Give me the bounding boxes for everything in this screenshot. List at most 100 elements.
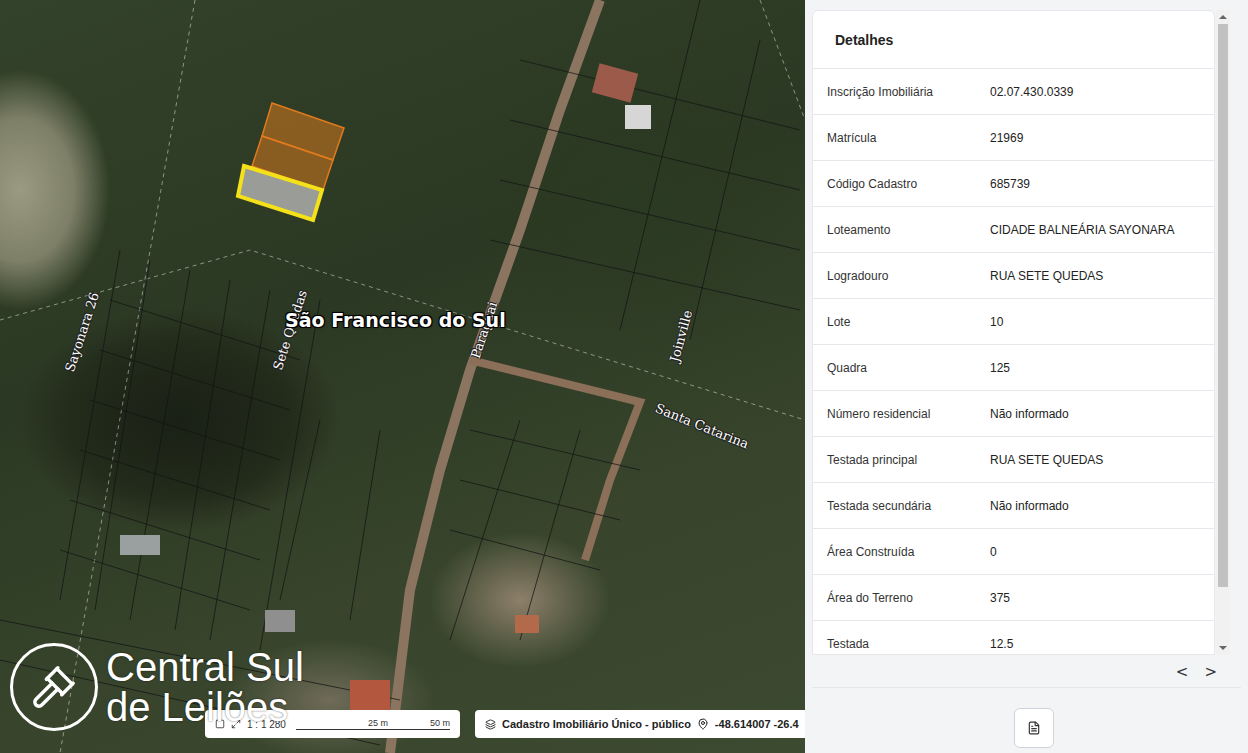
road [470,360,640,560]
detail-value: 0 [990,545,997,559]
parcel-line [90,400,280,460]
boundary-line [760,0,805,120]
building [515,615,539,633]
detail-row: Área do Terreno375 [813,575,1214,621]
parcel-line [100,350,290,410]
logo-text: Central Sulde Leilões [106,647,304,727]
prev-button[interactable]: < [1174,663,1191,681]
scale-tick: 50 m [430,718,450,728]
detail-value: 12.5 [990,637,1013,651]
action-row [805,688,1248,748]
detail-label: Código Cadastro [827,177,990,191]
detail-row: Testada secundáriaNão informado [813,483,1214,529]
detail-value: 10 [990,315,1003,329]
detail-label: Área Construída [827,545,990,559]
parcel-line [60,550,250,610]
detail-value: 375 [990,591,1010,605]
parcel-line [450,420,520,640]
parcel-line [350,430,380,620]
card-title: Detalhes [813,11,1214,69]
detail-value: 02.07.430.0339 [990,85,1073,99]
detail-value: Não informado [990,407,1069,421]
detail-value: 685739 [990,177,1030,191]
street-label: Sayonara 26 [62,290,102,373]
detail-label: Testada secundária [827,499,990,513]
layers-icon [485,719,496,730]
boundary-line [0,250,805,420]
parcel-line [110,300,300,360]
detail-row: Matrícula21969 [813,115,1214,161]
parcel-line [470,430,640,470]
scrollbar[interactable] [1216,10,1230,655]
boundary-line [60,0,195,753]
parcel-line [95,260,150,610]
parcel-line [520,60,800,130]
logo-ring [10,643,98,731]
detail-label: Testada [827,637,990,651]
detail-label: Área do Terreno [827,591,990,605]
parcel-line [210,290,270,640]
detail-label: Número residencial [827,407,990,421]
street-label: Santa Catarina [653,400,751,451]
parcel-line [280,420,320,600]
detail-value: CIDADE BALNEÁRIA SAYONARA [990,223,1175,237]
parcel-line [520,430,580,640]
parcel-line [620,0,700,330]
detail-row: Código Cadastro685739 [813,161,1214,207]
map[interactable]: Sayonara 26Sete QuedasParaguaiJoinvilleS… [0,0,805,753]
parcel-line [690,40,760,340]
building [625,105,651,129]
parcel-line [70,500,260,560]
detail-label: Matrícula [827,131,990,145]
gavel-icon [31,664,77,710]
parcel-line [450,530,600,570]
building [592,63,638,102]
map-canvas [0,0,805,753]
parcel-line [500,180,800,250]
detail-row: Lote10 [813,299,1214,345]
detail-label: Loteamento [827,223,990,237]
scroll-up-icon[interactable] [1219,15,1227,19]
logo-line: Central Sul [106,647,304,687]
logo-line: de Leilões [106,687,304,727]
scale-bar: 25 m 50 m [296,718,450,730]
detail-row: Testada principalRUA SETE QUEDAS [813,437,1214,483]
document-icon [1027,721,1041,735]
layer-info: Cadastro Imobiliário Único - público -48.… [475,710,805,738]
card-row: DetalhesInscrição Imobiliária02.07.430.0… [805,0,1248,655]
scale-tick: 25 m [368,718,388,728]
document-button[interactable] [1014,708,1054,748]
detail-row: LogradouroRUA SETE QUEDAS [813,253,1214,299]
scroll-down-icon[interactable] [1219,646,1227,650]
coordinates: -48.614007 -26.4 [715,718,799,730]
detail-label: Testada principal [827,453,990,467]
detail-row: Inscrição Imobiliária02.07.430.0339 [813,69,1214,115]
parcel-line [460,480,620,520]
detail-label: Lote [827,315,990,329]
detail-row: Testada12.5 [813,621,1214,655]
building [265,610,295,632]
parcel-line [510,120,800,190]
city-label: São Francisco do Sul [285,309,506,331]
pager: <> [812,655,1241,688]
parcel-line [80,450,270,510]
details-panel: DetalhesInscrição Imobiliária02.07.430.0… [805,0,1248,753]
detail-label: Logradouro [827,269,990,283]
app: Sayonara 26Sete QuedasParaguaiJoinvilleS… [0,0,1248,753]
detail-row: LoteamentoCIDADE BALNEÁRIA SAYONARA [813,207,1214,253]
scroll-thumb[interactable] [1218,24,1228,587]
detail-value: 21969 [990,131,1023,145]
lot-shape[interactable] [238,166,322,220]
detail-row: Número residencialNão informado [813,391,1214,437]
watermark: Central Sulde Leilões [10,643,304,731]
parcel-line [60,250,120,600]
layer-name: Cadastro Imobiliário Único - público [502,718,691,730]
detail-value: RUA SETE QUEDAS [990,269,1103,283]
next-button[interactable]: > [1202,663,1219,681]
parcel-line [490,240,800,310]
road [390,0,600,753]
detail-value: Não informado [990,499,1069,513]
building [120,535,160,555]
detail-label: Quadra [827,361,990,375]
detail-row: Quadra125 [813,345,1214,391]
